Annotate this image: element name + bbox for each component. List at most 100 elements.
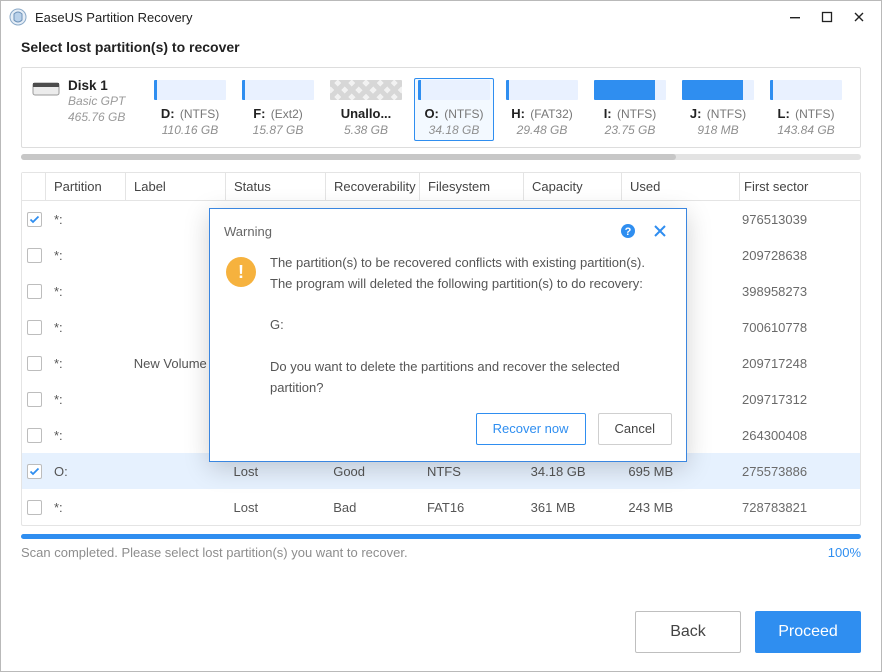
partition-card[interactable]: F: (Ext2)15.87 GB [238,78,318,141]
cell-partition: *: [46,212,126,227]
cell-status: Lost [226,500,326,515]
cell-partition: *: [46,248,126,263]
partition-usage-bar [506,80,578,100]
cell-used: 243 MB [620,500,738,515]
cell-first-sector: 264300408 [738,428,860,443]
page-heading: Select lost partition(s) to recover [1,33,881,67]
col-label[interactable]: Label [126,173,226,200]
partition-card[interactable]: O: (NTFS) 34.18 GB [414,78,494,141]
table-row[interactable]: *:LostBadFAT16361 MB243 MB728783821 [22,489,860,525]
col-checkbox [22,173,46,200]
footer-buttons: Back Proceed [635,611,861,653]
cell-partition: *: [46,500,126,515]
app-title: EaseUS Partition Recovery [35,10,193,25]
partition-card[interactable]: H: (FAT32)29.48 GB [502,78,582,141]
partition-size: 15.87 GB [253,123,304,137]
disk-icon [32,80,60,98]
row-checkbox[interactable] [27,464,42,479]
window-close-button[interactable] [843,1,875,33]
status-text: Scan completed. Please select lost parti… [21,545,408,560]
cell-first-sector: 976513039 [738,212,860,227]
cell-partition: *: [46,392,126,407]
title-bar: EaseUS Partition Recovery [1,1,881,33]
partition-letter: Unallo... [341,106,392,121]
cell-capacity: 361 MB [523,500,621,515]
progress-bar [21,534,861,539]
partition-size: 34.18 GB [429,123,480,137]
dialog-text: The partition(s) to be recovered conflic… [270,253,666,399]
col-used[interactable]: Used [622,173,740,200]
row-checkbox[interactable] [27,428,42,443]
partition-usage-bar [770,80,842,100]
col-partition[interactable]: Partition [46,173,126,200]
back-button[interactable]: Back [635,611,741,653]
row-checkbox-cell [22,212,46,227]
partition-size: 110.16 GB [162,123,218,137]
col-filesystem[interactable]: Filesystem [420,173,524,200]
app-window: EaseUS Partition Recovery Select lost pa… [0,0,882,672]
partition-filesystem: (NTFS) [441,107,484,121]
partition-usage-bar [330,80,402,100]
partition-size: 29.48 GB [517,123,568,137]
cell-recoverability: Bad [325,500,419,515]
col-recoverability[interactable]: Recoverability [326,173,420,200]
col-capacity[interactable]: Capacity [524,173,622,200]
row-checkbox[interactable] [27,356,42,371]
row-checkbox[interactable] [27,212,42,227]
row-checkbox[interactable] [27,392,42,407]
partition-card[interactable]: I: (NTFS)23.75 GB [590,78,670,141]
row-checkbox-cell [22,320,46,335]
row-checkbox-cell [22,500,46,515]
row-checkbox-cell [22,464,46,479]
dialog-cancel-button[interactable]: Cancel [598,413,672,445]
row-checkbox[interactable] [27,248,42,263]
disk-info: Disk 1 Basic GPT 465.76 GB [30,78,146,125]
window-minimize-button[interactable] [779,1,811,33]
proceed-button[interactable]: Proceed [755,611,861,653]
partition-usage-bar [154,80,226,100]
table-header: Partition Label Status Recoverability Fi… [22,173,860,201]
cell-first-sector: 209717248 [738,356,860,371]
row-checkbox[interactable] [27,284,42,299]
partition-usage-bar [418,80,490,100]
disk-strip-scrollbar[interactable] [21,154,861,160]
cell-used: 695 MB [620,464,738,479]
dialog-title: Warning [224,224,608,239]
partition-filesystem: (NTFS) [177,107,220,121]
app-icon [9,8,27,26]
cell-first-sector: 398958273 [738,284,860,299]
cell-first-sector: 275573886 [738,464,860,479]
dialog-close-button[interactable] [648,219,672,243]
window-maximize-button[interactable] [811,1,843,33]
cell-first-sector: 209728638 [738,248,860,263]
row-checkbox-cell [22,284,46,299]
status-percent: 100% [828,545,861,560]
row-checkbox-cell [22,428,46,443]
row-checkbox[interactable] [27,320,42,335]
partition-card[interactable]: L: (NTFS)143.84 GB [766,78,846,141]
cell-partition: *: [46,320,126,335]
partition-card[interactable]: J: (NTFS)918 MB [678,78,758,141]
warning-icon: ! [226,257,256,287]
col-status[interactable]: Status [226,173,326,200]
dialog-help-button[interactable]: ? [616,219,640,243]
partition-filesystem: (NTFS) [792,107,835,121]
dialog-message-1: The partition(s) to be recovered conflic… [270,253,666,295]
partition-usage-bar [682,80,754,100]
dialog-recover-button[interactable]: Recover now [476,413,586,445]
cell-first-sector: 209717312 [738,392,860,407]
dialog-affected-partitions: G: [270,315,666,336]
col-first-sector[interactable]: First sector [740,173,860,200]
partition-size: 23.75 GB [605,123,656,137]
partition-filesystem: (NTFS) [614,107,657,121]
partition-card[interactable]: Unallo...5.38 GB [326,78,406,141]
cell-first-sector: 700610778 [738,320,860,335]
partition-letter: O: [424,106,438,121]
scrollbar-thumb[interactable] [21,154,676,160]
row-checkbox-cell [22,248,46,263]
partition-size: 918 MB [697,123,738,137]
partition-card[interactable]: D: (NTFS)110.16 GB [150,78,230,141]
row-checkbox[interactable] [27,500,42,515]
cell-filesystem: FAT16 [419,500,523,515]
disk-size: 465.76 GB [68,109,125,125]
